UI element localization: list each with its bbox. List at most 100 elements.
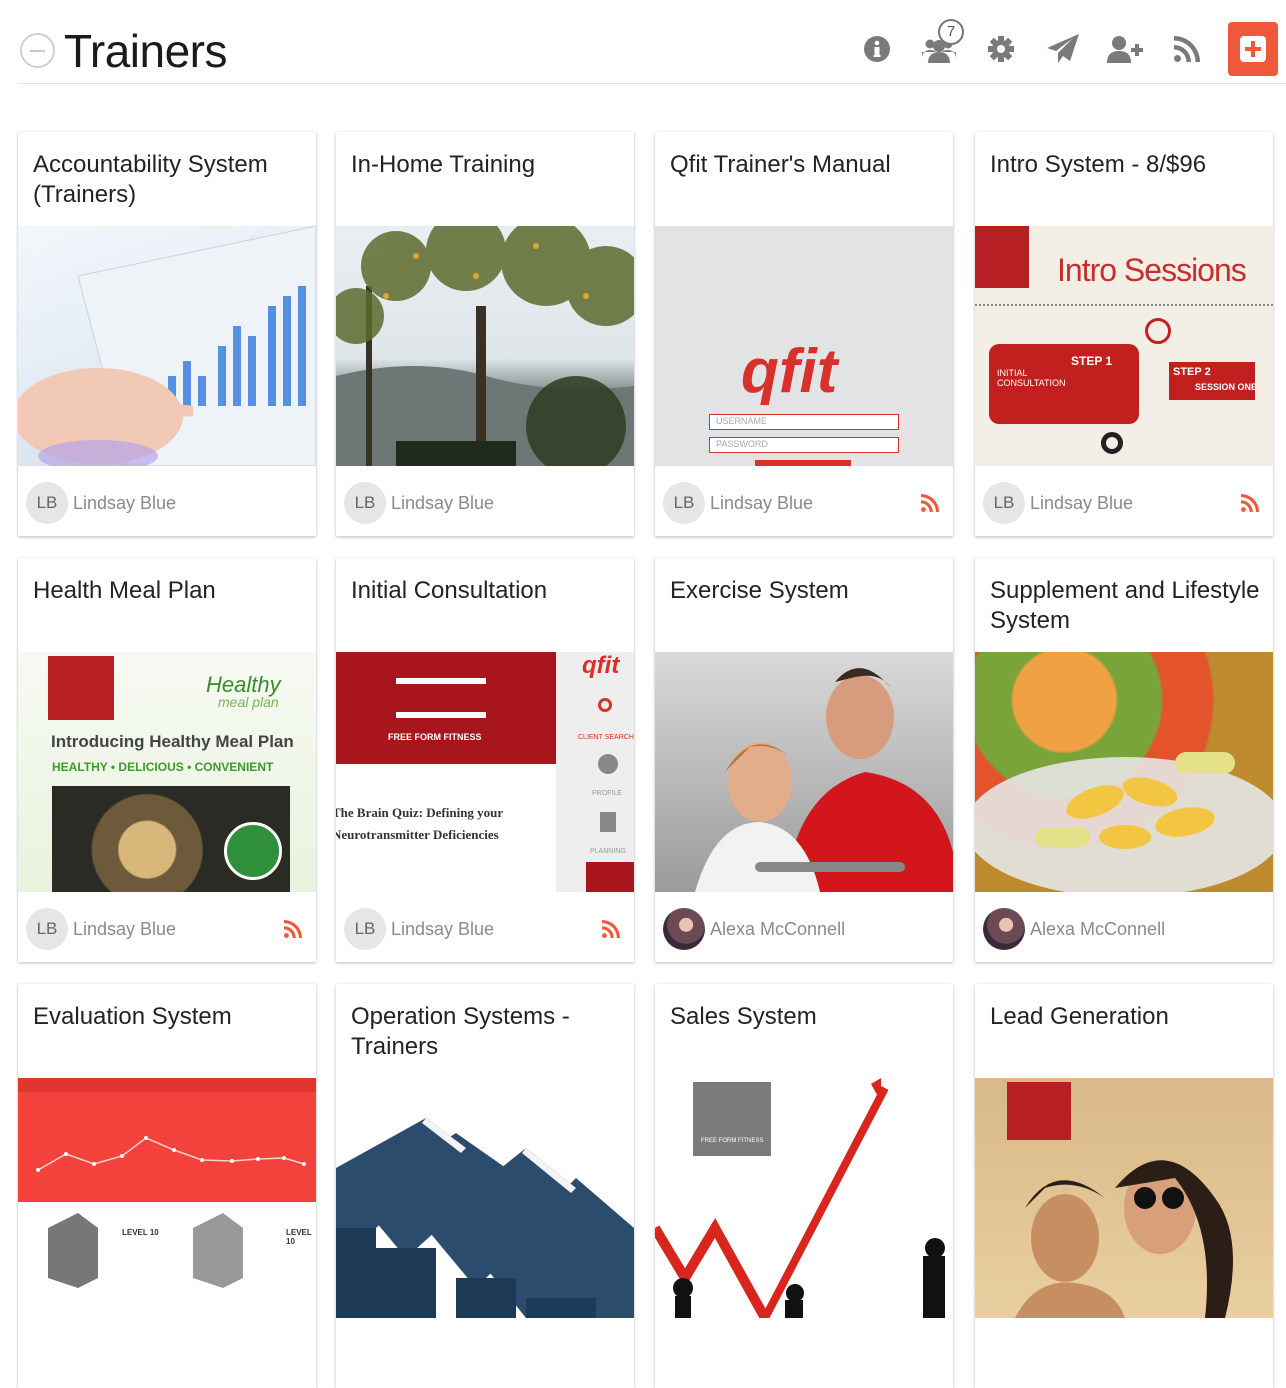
- password-box: PASSWORD: [709, 437, 899, 453]
- avatar[interactable]: LB: [663, 482, 705, 524]
- meal-plan-logo: meal plan: [218, 694, 279, 710]
- card-supplement-lifestyle-system[interactable]: Supplement and Lifestyle System Alexa Mc…: [975, 558, 1273, 962]
- card-qfit-trainers-manual[interactable]: Qfit Trainer's Manual qfit USERNAME PASS…: [655, 132, 953, 536]
- author-name[interactable]: Alexa McConnell: [710, 919, 845, 940]
- intro-sessions-heading: Intro Sessions: [1057, 252, 1247, 288]
- card-image-sales-arrow: FREE FORM FITNESS: [655, 1078, 953, 1318]
- card-title: Sales System: [670, 1003, 817, 1030]
- step2-label: STEP 2: [1173, 366, 1211, 378]
- card-footer: LB Lindsay Blue: [336, 892, 634, 962]
- author-name[interactable]: Lindsay Blue: [391, 493, 494, 514]
- meal-plan-headline: Introducing Healthy Meal Plan: [51, 732, 294, 751]
- divider: [975, 304, 1273, 306]
- card-title: In-Home Training: [351, 151, 536, 178]
- rss-icon[interactable]: [602, 920, 620, 938]
- card-image-intro-sessions: Intro Sessions STEP 1 INITIAL CONSULTATI…: [975, 226, 1273, 466]
- planning-label: PLANNING: [590, 848, 626, 855]
- add-user-icon[interactable]: [1094, 24, 1156, 74]
- fff-corner: [586, 862, 634, 892]
- avatar[interactable]: [663, 908, 705, 950]
- paper-plane-icon[interactable]: [1032, 24, 1094, 74]
- food-icon: [1101, 432, 1123, 454]
- add-button[interactable]: [1228, 22, 1278, 76]
- avatar[interactable]: LB: [983, 482, 1025, 524]
- rss-icon[interactable]: [1156, 24, 1218, 74]
- fff-logo: [48, 656, 114, 720]
- card-exercise-system[interactable]: Exercise System Alexa McConnell: [655, 558, 953, 962]
- card-image-exercise-couple: [655, 652, 953, 892]
- fff-banner-label: FREE FORM FITNESS: [388, 732, 482, 742]
- members-count-badge: 7: [938, 19, 964, 45]
- card-title: Initial Consultation: [351, 577, 548, 604]
- card-title: Health Meal Plan: [33, 577, 216, 604]
- card-image-qfit-login: qfit USERNAME PASSWORD: [655, 226, 953, 466]
- card-footer: Alexa McConnell: [655, 892, 953, 962]
- step1-label: STEP 1: [1071, 354, 1113, 368]
- card-footer: Alexa McConnell: [975, 892, 1273, 962]
- card-title: Intro System - 8/$96: [990, 151, 1207, 178]
- page-header: Trainers 7: [18, 0, 1286, 84]
- client-search-label: CLIENT SEARCH: [578, 734, 634, 741]
- card-title: Lead Generation: [990, 1003, 1169, 1030]
- collapse-icon[interactable]: [20, 33, 55, 68]
- card-lead-generation[interactable]: Lead Generation: [975, 984, 1273, 1388]
- author-name[interactable]: Lindsay Blue: [1030, 493, 1133, 514]
- info-icon[interactable]: [846, 24, 908, 74]
- card-image-tablet-chart: [18, 226, 316, 466]
- card-footer: LB Lindsay Blue: [18, 892, 316, 962]
- toolbar: 7: [846, 19, 1278, 76]
- rss-icon[interactable]: [921, 494, 939, 512]
- fff-mark: [396, 678, 486, 718]
- avatar[interactable]: LB: [26, 482, 68, 524]
- card-accountability-system[interactable]: Accountability System (Trainers) LB Lind…: [18, 132, 316, 536]
- card-in-home-training[interactable]: In-Home Training LB Lindsay Blue: [336, 132, 634, 536]
- rss-icon[interactable]: [284, 920, 302, 938]
- card-image-women-whispering: [975, 1078, 1273, 1318]
- card-operation-systems-trainers[interactable]: Operation Systems - Trainers: [336, 984, 634, 1388]
- card-title: Operation Systems - Trainers: [351, 1003, 570, 1060]
- card-sales-system[interactable]: Sales System FREE FORM FITNESS: [655, 984, 953, 1388]
- card-image-brain-quiz: FREE FORM FITNESS qfit CLIENT SEARCH PRO…: [336, 652, 634, 892]
- page-title: Trainers: [64, 25, 228, 77]
- card-intro-system[interactable]: Intro System - 8/$96 Intro Sessions STEP…: [975, 132, 1273, 536]
- avatar[interactable]: LB: [344, 908, 386, 950]
- author-name[interactable]: Lindsay Blue: [73, 493, 176, 514]
- card-title: Exercise System: [670, 577, 849, 604]
- card-footer: LB Lindsay Blue: [336, 466, 634, 536]
- card-image-weight-tracker: LEVEL 10 LEVEL 10: [18, 1078, 316, 1318]
- card-footer: LB Lindsay Blue: [18, 466, 316, 536]
- card-footer: LB Lindsay Blue: [975, 466, 1273, 536]
- card-title: Qfit Trainer's Manual: [670, 151, 891, 178]
- author-name[interactable]: Lindsay Blue: [73, 919, 176, 940]
- card-evaluation-system[interactable]: Evaluation System LEVEL 10 LEVEL 10: [18, 984, 316, 1388]
- author-name[interactable]: Lindsay Blue: [391, 919, 494, 940]
- timer-icon: [1145, 318, 1171, 344]
- search-icon: [598, 698, 612, 712]
- members-button[interactable]: 7: [908, 19, 970, 74]
- qfit-logo: qfit: [741, 337, 838, 406]
- avatar[interactable]: LB: [344, 482, 386, 524]
- avatar[interactable]: [983, 908, 1025, 950]
- meal-plan-tagline: HEALTHY • DELICIOUS • CONVENIENT: [52, 760, 274, 774]
- card-image-binders: [336, 1078, 634, 1318]
- profile-label: PROFILE: [592, 790, 622, 797]
- avatar[interactable]: LB: [26, 908, 68, 950]
- profile-icon: [598, 754, 618, 774]
- brain-quiz-text: The Brain Quiz: Defining your Neurotrans…: [336, 805, 503, 842]
- fff-logo: [975, 226, 1029, 288]
- gear-icon[interactable]: [970, 24, 1032, 74]
- rss-icon[interactable]: [1241, 494, 1259, 512]
- level-label: LEVEL 10: [286, 1228, 312, 1246]
- planning-icon: [600, 812, 616, 832]
- author-name[interactable]: Lindsay Blue: [710, 493, 813, 514]
- side-nav: [556, 652, 634, 892]
- step2-sublabel: SESSION ONE: [1195, 382, 1258, 392]
- card-initial-consultation[interactable]: Initial Consultation FREE FORM FITNESS q…: [336, 558, 634, 962]
- qfit-mark: qfit: [582, 652, 620, 679]
- card-health-meal-plan[interactable]: Health Meal Plan Healthy meal plan Intro…: [18, 558, 316, 962]
- card-image-healthy-meal-plan: Healthy meal plan Introducing Healthy Me…: [18, 652, 316, 892]
- step1-sublabel: INITIAL CONSULTATION: [997, 368, 1066, 388]
- card-title: Accountability System (Trainers): [33, 151, 268, 208]
- card-footer: LB Lindsay Blue: [655, 466, 953, 536]
- author-name[interactable]: Alexa McConnell: [1030, 919, 1165, 940]
